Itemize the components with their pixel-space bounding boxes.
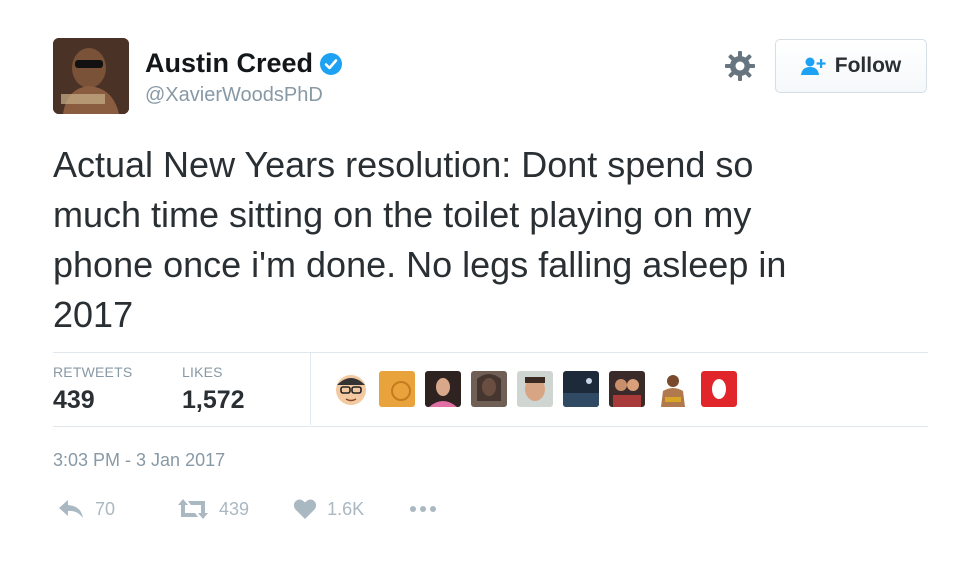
liker-avatar[interactable]	[609, 371, 645, 407]
liker-avatar[interactable]	[563, 371, 599, 407]
likers-avatars	[333, 371, 737, 407]
retweets-value: 439	[53, 386, 95, 414]
liker-avatar[interactable]	[655, 371, 691, 407]
likes-label: LIKES	[182, 364, 223, 380]
follow-button-label: Follow	[834, 54, 902, 77]
tweet-text: Actual New Years resolution: Dont spend …	[53, 144, 787, 335]
more-dots-icon	[410, 506, 437, 512]
liker-avatar[interactable]	[333, 371, 369, 407]
add-user-icon	[800, 57, 826, 75]
more-button[interactable]	[408, 504, 438, 514]
retweet-count: 439	[219, 498, 250, 519]
liker-avatar[interactable]	[517, 371, 553, 407]
heart-icon	[293, 499, 317, 519]
author-name-row[interactable]: Austin Creed	[145, 48, 343, 79]
stats-top-divider	[53, 352, 928, 353]
reply-icon	[59, 500, 83, 518]
profile-photo-icon	[53, 38, 129, 114]
liker-avatar[interactable]	[471, 371, 507, 407]
liker-avatar[interactable]	[425, 371, 461, 407]
likes-stat[interactable]: LIKES 1,572	[182, 364, 245, 415]
tweet-actions: 70 439 1.6K	[57, 498, 472, 520]
reply-count: 70	[95, 498, 116, 519]
reply-button[interactable]: 70	[57, 498, 115, 520]
verified-badge-icon	[320, 52, 343, 75]
gear-icon[interactable]	[724, 50, 756, 82]
liker-avatar[interactable]	[701, 371, 737, 407]
retweet-icon	[178, 499, 209, 519]
retweet-button[interactable]: 439	[177, 498, 249, 520]
follow-button[interactable]: Follow	[775, 39, 927, 93]
like-count: 1.6K	[327, 498, 365, 519]
author-handle[interactable]: @XavierWoodsPhD	[145, 84, 323, 107]
tweet-timestamp[interactable]: 3:03 PM - 3 Jan 2017	[53, 450, 225, 471]
stats-vertical-divider	[310, 353, 311, 425]
author-display-name[interactable]: Austin Creed	[145, 48, 313, 79]
retweets-label: RETWEETS	[53, 364, 133, 380]
liker-avatar[interactable]	[379, 371, 415, 407]
stats-bottom-divider	[53, 426, 928, 427]
author-avatar[interactable]	[53, 38, 129, 114]
retweets-stat[interactable]: RETWEETS 439	[53, 364, 132, 415]
likes-value: 1,572	[182, 386, 245, 414]
like-button[interactable]: 1.6K	[293, 498, 364, 520]
